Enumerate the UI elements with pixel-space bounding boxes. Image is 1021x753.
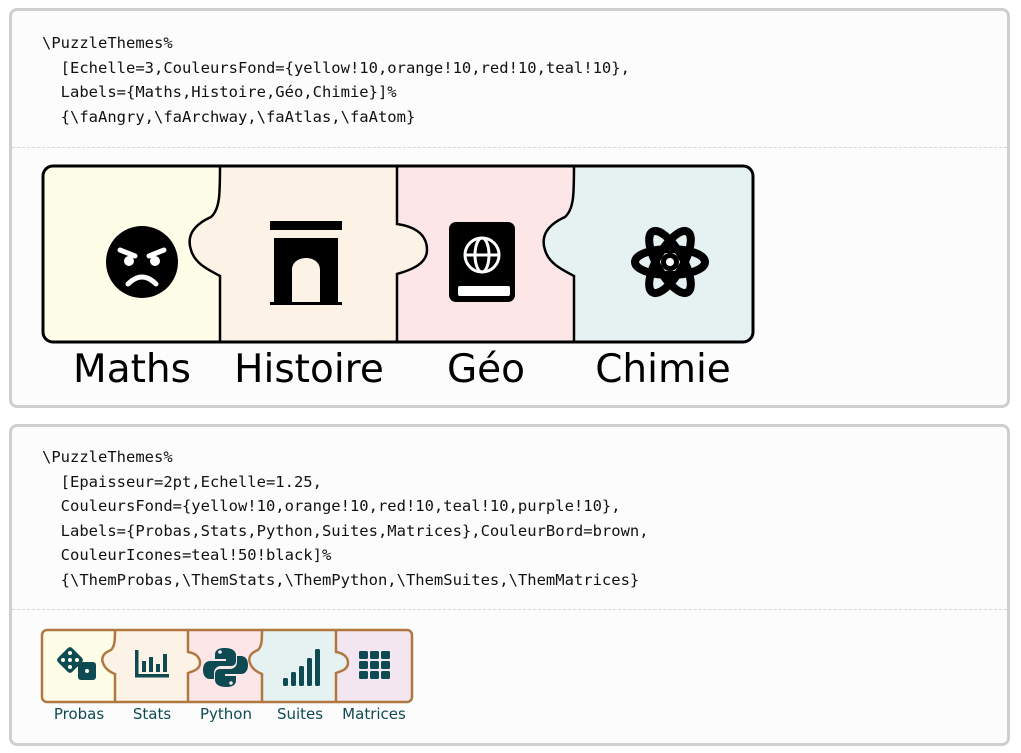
dashed-separator [12,609,1007,610]
code-line: \PuzzleThemes% [42,34,173,52]
code-line: Labels={Maths,Histoire,Géo,Chimie}]% [42,83,397,101]
code-line: Labels={Probas,Stats,Python,Suites,Matri… [42,521,649,540]
example-box-1: \PuzzleThemes% [Echelle=3,CouleursFond={… [9,8,1010,408]
code-line: \PuzzleThemes% [42,448,173,466]
puzzle-label-stats: Stats [132,705,172,723]
puzzle-strip-1 [41,164,755,344]
example-box-2: \PuzzleThemes% [Epaisseur=2pt,Echelle=1.… [9,424,1010,746]
atlas-icon [449,222,515,302]
code-listing-2: \PuzzleThemes% [Epaisseur=2pt,Echelle=1.… [42,445,649,592]
puzzle-label-geo: Géo [446,347,526,392]
code-line: CouleursFond={yellow!10,orange!10,red!10… [42,497,621,515]
puzzle-label-matrices: Matrices [342,705,406,723]
grid-icon [359,651,390,679]
code-listing-1: \PuzzleThemes% [Echelle=3,CouleursFond={… [42,31,630,129]
puzzle-label-suites: Suites [276,705,324,723]
code-line: {\ThemProbas,\ThemStats,\ThemPython,\The… [42,570,640,589]
puzzle-label-python: Python [200,705,252,723]
angry-face-icon [106,226,178,298]
puzzle-label-chimie: Chimie [595,347,731,392]
puzzle-piece-suites [249,630,348,702]
puzzle-label-probas: Probas [53,705,105,723]
puzzle-label-maths: Maths [73,347,191,392]
code-line: [Echelle=3,CouleursFond={yellow!10,orang… [42,58,630,77]
puzzle-strip-2 [40,628,414,704]
code-line: {\faAngry,\faArchway,\faAtlas,\faAtom} [42,107,416,126]
code-line: [Epaisseur=2pt,Echelle=1.25, [42,472,322,491]
puzzle-label-histoire: Histoire [234,347,384,392]
code-line: CouleurIcones=teal!50!black]% [42,546,332,564]
dashed-separator [12,147,1007,148]
